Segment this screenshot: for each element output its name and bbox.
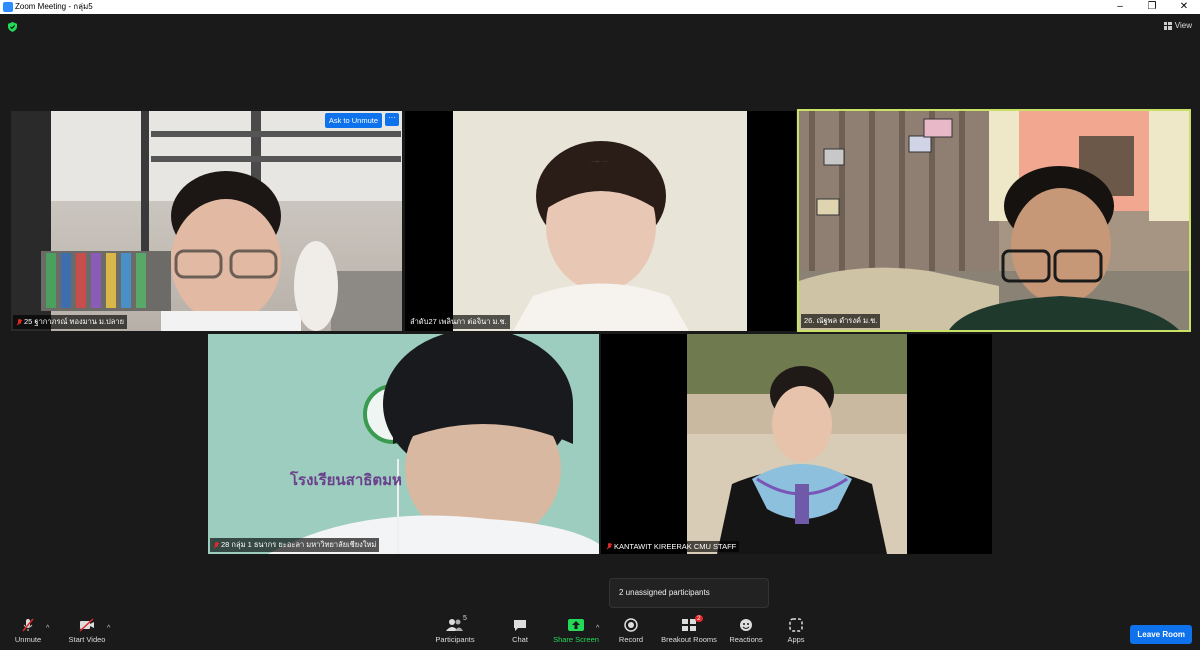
more-options-button[interactable]: ··· <box>385 113 399 126</box>
participants-count: 5 <box>463 615 467 622</box>
participant-name-tag: 28 กลุ่ม 1 ธนากร ยะอะลา มหาวิทยาลัยเชียง… <box>210 538 380 552</box>
video-scene <box>687 334 907 554</box>
minimize-button[interactable]: – <box>1104 0 1136 14</box>
close-button[interactable]: ✕ <box>1168 0 1200 14</box>
window-titlebar: Zoom Meeting - กลุ่ม5 – ❐ ✕ <box>0 0 1200 14</box>
participant-name: 25 ฐากาภรณ์ ทองมาน ม.ปลาย <box>24 317 125 326</box>
maximize-button[interactable]: ❐ <box>1136 0 1168 14</box>
video-scene <box>11 111 402 331</box>
unassigned-participants-popup[interactable]: 2 unassigned participants <box>609 578 769 608</box>
reactions-label: Reactions <box>729 635 763 644</box>
chat-label: Chat <box>512 635 528 644</box>
video-tile-4[interactable]: โรงเรียนสาธิตมห 28 กลุ่ม 1 ธนากร ยะอะลา … <box>208 334 599 554</box>
video-tile-1[interactable]: Ask to Unmute ··· 25 ฐากาภรณ์ ทองมาน ม.ป… <box>11 111 402 331</box>
breakout-badge: 2 <box>695 615 703 622</box>
breakout-rooms-icon: 2 <box>657 615 721 632</box>
video-scene <box>799 111 1189 330</box>
background-school-name: โรงเรียนสาธิตมห <box>290 472 402 489</box>
muted-mic-icon <box>16 318 22 326</box>
participant-name-tag: 26. ณัฐพล ดำรงค์ ม.ช. <box>801 314 881 328</box>
apps-icon <box>764 618 828 632</box>
participants-icon: 5 <box>423 615 487 632</box>
participant-name: ลำดับ27 เพลินภา ต่อจินา ม.ช. <box>410 317 507 326</box>
participants-label: Participants <box>435 635 475 644</box>
chat-button[interactable]: Chat <box>488 618 552 644</box>
video-scene <box>208 334 599 554</box>
zoom-app-icon <box>3 2 13 12</box>
video-tile-2[interactable]: ลำดับ27 เพลินภา ต่อจินา ม.ช. <box>405 111 796 331</box>
unmute-button[interactable]: Unmute <box>0 618 60 644</box>
video-options-caret-icon[interactable]: ^ <box>107 625 110 632</box>
chat-icon <box>488 618 552 632</box>
participant-video <box>687 334 907 554</box>
participant-name: 26. ณัฐพล ดำรงค์ ม.ช. <box>804 316 878 325</box>
grid-view-icon <box>1163 21 1172 30</box>
view-button[interactable]: View <box>1163 21 1192 30</box>
share-screen-label: Share Screen <box>553 635 599 644</box>
start-video-label: Start Video <box>68 635 106 644</box>
video-tile-5[interactable]: KANTAWIT KIREERAK CMU STAFF <box>601 334 992 554</box>
unmute-label: Unmute <box>14 635 42 644</box>
view-label: View <box>1174 21 1192 30</box>
participant-name-tag: 25 ฐากาภรณ์ ทองมาน ม.ปลาย <box>13 315 128 329</box>
breakout-rooms-label: Breakout Rooms <box>661 635 717 644</box>
record-label: Record <box>618 635 644 644</box>
participant-video <box>453 111 747 331</box>
meeting-toolbar: Unmute ^ Start Video ^ 5 Participants Ch… <box>0 612 1200 650</box>
muted-mic-icon <box>213 541 219 549</box>
video-tile-3-active-speaker[interactable]: 26. ณัฐพล ดำรงค์ ม.ช. <box>797 109 1191 332</box>
muted-microphone-icon <box>0 618 60 632</box>
ask-to-unmute-button[interactable]: Ask to Unmute <box>324 113 382 128</box>
leave-room-button[interactable]: Leave Room <box>1130 625 1192 644</box>
window-title: Zoom Meeting - กลุ่ม5 <box>15 2 93 11</box>
participant-name-tag: KANTAWIT KIREERAK CMU STAFF <box>603 541 740 552</box>
participant-name: 28 กลุ่ม 1 ธนากร ยะอะลา มหาวิทยาลัยเชียง… <box>221 540 377 549</box>
apps-label: Apps <box>787 635 805 644</box>
breakout-rooms-button[interactable]: 2 Breakout Rooms <box>657 615 721 644</box>
participant-video <box>799 111 1189 330</box>
participant-name-tag: ลำดับ27 เพลินภา ต่อจินา ม.ช. <box>407 315 510 329</box>
muted-mic-icon <box>606 543 612 550</box>
record-icon <box>599 618 663 632</box>
audio-options-caret-icon[interactable]: ^ <box>46 625 49 632</box>
security-shield-icon[interactable] <box>8 22 17 32</box>
participant-video <box>11 111 402 331</box>
participant-video: โรงเรียนสาธิตมห <box>208 334 599 554</box>
video-scene <box>453 111 747 331</box>
participant-name: KANTAWIT KIREERAK CMU STAFF <box>614 542 737 551</box>
apps-button[interactable]: Apps <box>764 618 828 644</box>
participants-button[interactable]: 5 Participants <box>423 615 487 644</box>
record-button[interactable]: Record <box>599 618 663 644</box>
